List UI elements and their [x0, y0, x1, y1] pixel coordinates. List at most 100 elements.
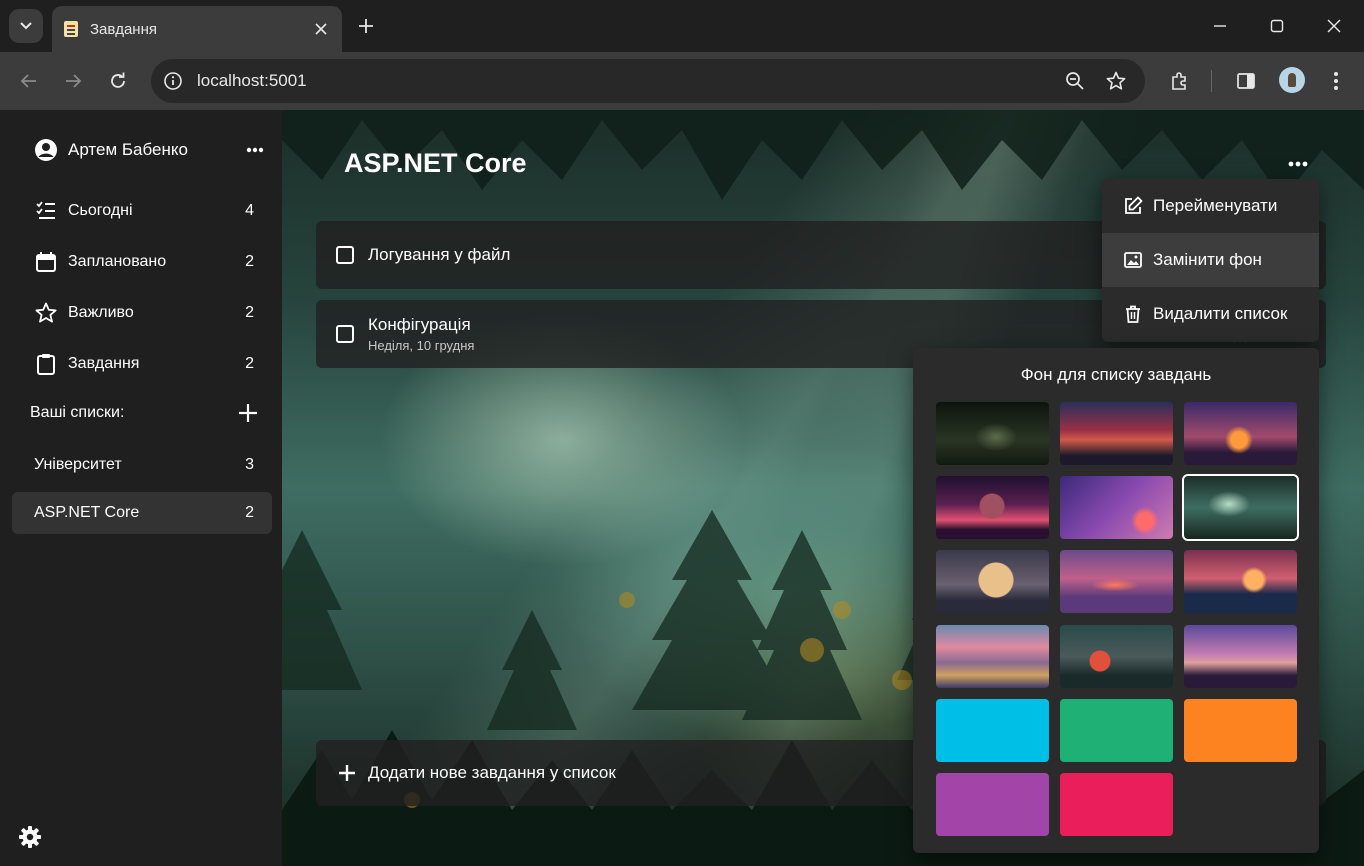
tab-title: Завдання	[90, 20, 157, 38]
list-title: ASP.NET Core	[344, 148, 527, 178]
background-thumbnail[interactable]	[1060, 550, 1173, 613]
background-color-swatch[interactable]	[936, 699, 1049, 762]
nav-item-label: Завдання	[68, 355, 140, 372]
background-thumbnail[interactable]	[1060, 402, 1173, 465]
sidebar: Артем Бабенко Сьогодні 4 Заплановано 2 В…	[0, 110, 282, 866]
add-task-label: Додати нове завдання у список	[368, 763, 616, 782]
list-item-count: 2	[245, 504, 254, 521]
lists-header-label: Ваші списки:	[30, 404, 125, 421]
maximize-icon	[1270, 19, 1284, 33]
background-thumbnail[interactable]	[1184, 550, 1297, 613]
background-thumbnail[interactable]	[936, 402, 1049, 465]
background-thumbnail[interactable]	[936, 625, 1049, 688]
reload-icon	[111, 72, 125, 88]
forward-button[interactable]	[58, 66, 88, 96]
menu-item-label: Перейменувати	[1153, 196, 1278, 215]
background-thumbnail[interactable]	[1060, 625, 1173, 688]
list-item-university[interactable]: Університет 3	[12, 444, 272, 486]
menu-item-rename[interactable]: Перейменувати	[1102, 179, 1319, 233]
trash-icon	[1126, 305, 1140, 323]
nav-item-label: Сьогодні	[68, 202, 133, 219]
background-color-swatch[interactable]	[1060, 699, 1173, 762]
user-name: Артем Бабенко	[68, 140, 188, 159]
zoom-out-icon	[1066, 72, 1084, 90]
edit-icon	[1125, 196, 1143, 214]
nav-item-count: 2	[245, 304, 254, 321]
list-options-button[interactable]	[1284, 154, 1312, 174]
list-item-label: ASP.NET Core	[34, 504, 140, 521]
menu-item-delete-list[interactable]: Видалити список	[1102, 287, 1319, 341]
reload-button[interactable]	[103, 66, 133, 96]
nav-item-today[interactable]: Сьогодні 4	[12, 190, 272, 232]
star-outline-icon	[1106, 71, 1126, 90]
image-icon	[1124, 252, 1142, 268]
profile-avatar[interactable]	[1279, 67, 1305, 93]
extensions-button[interactable]	[1164, 66, 1194, 96]
menu-item-change-background[interactable]: Замінити фон	[1102, 233, 1319, 287]
menu-item-label: Видалити список	[1153, 304, 1288, 323]
plus-icon	[359, 19, 373, 33]
address-bar[interactable]: localhost:5001	[151, 59, 1145, 103]
puzzle-icon	[1172, 72, 1186, 90]
url-text: localhost:5001	[197, 71, 307, 90]
bookmark-button[interactable]	[1104, 69, 1128, 93]
star-icon	[34, 301, 58, 325]
arrow-left-icon	[20, 74, 36, 88]
background-picker: Фон для списку завдань	[913, 348, 1319, 853]
nav-item-label: Заплановано	[68, 253, 167, 270]
arrow-right-icon	[66, 74, 82, 88]
user-profile[interactable]: Артем Бабенко	[34, 137, 264, 163]
info-icon[interactable]	[163, 71, 183, 91]
plus-icon	[339, 765, 355, 781]
task-text: Конфігурація Неділя, 10 грудня	[368, 315, 474, 353]
browser-tabstrip: Завдання	[0, 0, 1364, 52]
tab-search-button[interactable]	[9, 9, 43, 43]
window-close-button[interactable]	[1320, 12, 1348, 40]
background-thumbnail[interactable]	[1184, 402, 1297, 465]
zoom-button[interactable]	[1063, 69, 1087, 93]
list-item-label: Університет	[34, 456, 122, 473]
side-panel-button[interactable]	[1231, 66, 1261, 96]
background-color-swatch[interactable]	[1184, 699, 1297, 762]
background-picker-title: Фон для списку завдань	[1020, 365, 1212, 384]
menu-item-label: Замінити фон	[1153, 250, 1262, 269]
settings-button[interactable]	[17, 824, 43, 850]
nav-item-tasks[interactable]: Завдання 2	[12, 343, 272, 385]
task-title: Конфігурація	[368, 315, 471, 334]
close-icon	[1327, 19, 1341, 33]
nav-item-important[interactable]: Важливо 2	[12, 292, 272, 334]
background-color-swatch[interactable]	[936, 773, 1049, 836]
background-thumbnail[interactable]	[1060, 476, 1173, 539]
nav-item-count: 2	[245, 355, 254, 372]
add-list-icon[interactable]	[238, 403, 258, 423]
clipboard-icon	[34, 352, 58, 376]
browser-tab[interactable]: Завдання	[52, 6, 342, 52]
checklist-icon	[34, 199, 58, 223]
browser-menu-button[interactable]	[1321, 66, 1351, 96]
nav-item-planned[interactable]: Заплановано 2	[12, 241, 272, 283]
task-checkbox[interactable]	[336, 246, 354, 264]
calendar-icon	[34, 250, 58, 274]
maximize-button[interactable]	[1263, 12, 1291, 40]
background-thumbnail[interactable]	[936, 476, 1049, 539]
close-icon	[315, 23, 327, 35]
more-horizontal-icon[interactable]	[246, 147, 264, 153]
list-item-aspnet-core[interactable]: ASP.NET Core 2	[12, 492, 272, 534]
task-due-date: Неділя, 10 грудня	[368, 338, 475, 353]
back-button[interactable]	[14, 66, 44, 96]
background-thumbnail[interactable]	[1184, 625, 1297, 688]
browser-toolbar: localhost:5001	[0, 52, 1364, 110]
background-thumbnail[interactable]	[936, 550, 1049, 613]
gear-icon	[19, 826, 41, 848]
tab-close-button[interactable]	[312, 20, 330, 38]
background-thumbnail-selected[interactable]	[1182, 474, 1299, 541]
kebab-menu-icon	[1334, 72, 1338, 90]
minimize-icon	[1214, 25, 1226, 27]
task-title: Логування у файл	[368, 245, 511, 264]
lists-header: Ваші списки:	[30, 400, 258, 426]
background-color-swatch[interactable]	[1060, 773, 1173, 836]
task-checkbox[interactable]	[336, 325, 354, 343]
minimize-button[interactable]	[1206, 12, 1234, 40]
new-tab-button[interactable]	[354, 14, 378, 38]
chevron-down-icon	[20, 22, 32, 30]
